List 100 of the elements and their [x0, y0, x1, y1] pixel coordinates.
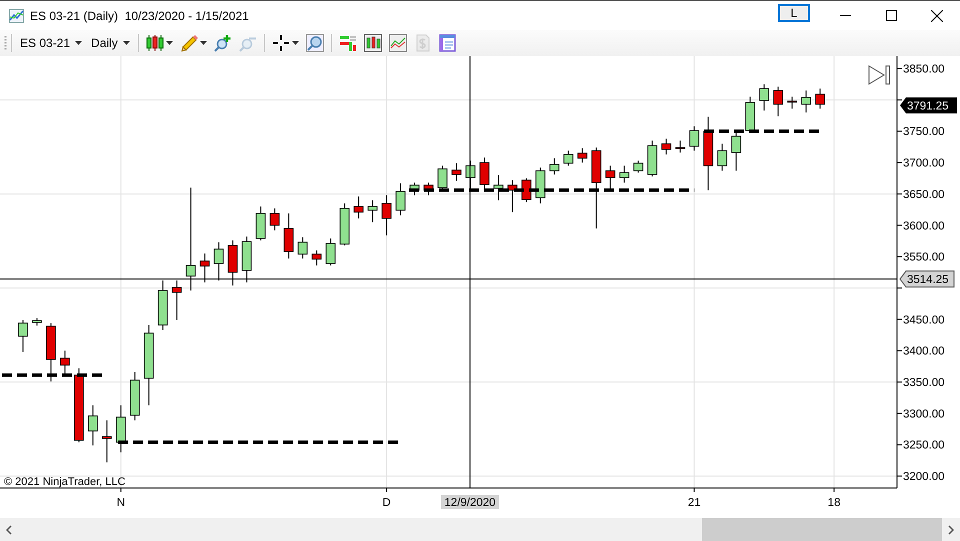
crosshair-price-tag: 3514.25: [899, 270, 954, 288]
date-axis-label: 18: [828, 497, 840, 509]
candlestick: [270, 208, 280, 231]
crosshair-date-tag: 12/9/2020: [441, 495, 499, 509]
candlestick: [801, 90, 811, 113]
candlestick: [102, 420, 112, 463]
candlestick: [32, 318, 42, 326]
grip-icon: [4, 35, 7, 51]
minimize-icon: [840, 15, 850, 16]
toolbar-dropdown[interactable]: Daily: [88, 36, 133, 50]
candlestick: [563, 150, 574, 166]
candlestick: [494, 174, 504, 201]
caret-icon: [75, 41, 82, 45]
chevron-right-icon: [948, 524, 954, 534]
close-icon: [931, 10, 943, 22]
candlestick: [116, 404, 126, 453]
candlestick: [410, 182, 420, 196]
copyright-text: © 2021 NinjaTrader, LLC: [4, 476, 126, 488]
candlestick: [759, 84, 770, 112]
crosshair-icon: [272, 34, 290, 52]
price-axis-label: 3400.00: [903, 346, 945, 358]
candlestick: [172, 280, 182, 320]
candlestick-chart-icon: [364, 34, 382, 52]
candlestick: [773, 86, 784, 117]
candlestick: [200, 253, 210, 283]
candlestick: [88, 404, 98, 446]
candlestick: [242, 236, 252, 283]
candlestick: [18, 319, 28, 352]
candlestick: [158, 280, 168, 330]
toolbar-button[interactable]: [144, 33, 175, 53]
zoom-in-icon: [214, 34, 232, 52]
candlestick: [382, 194, 392, 236]
candlestick: [298, 236, 308, 260]
candlestick: [689, 126, 700, 152]
candlestick: [256, 206, 266, 241]
price-axis-label: 3650.00: [903, 188, 945, 201]
scroll-to-end-icon[interactable]: [868, 65, 890, 85]
last-price-tag: 3791.25: [900, 97, 957, 114]
candlestick: [633, 160, 644, 174]
toolbar-dropdown[interactable]: ES 03-21: [17, 36, 86, 50]
candlestick: [661, 138, 672, 155]
candlestick: [228, 240, 238, 286]
caret-icon: [166, 41, 173, 45]
caret-icon: [122, 41, 130, 45]
candlestick: [480, 157, 490, 191]
candlestick: [452, 162, 462, 182]
magnifier-icon: [306, 34, 324, 52]
window-title: ES 03-21 (Daily) 10/23/2020 - 1/15/2021: [30, 8, 250, 22]
toolbar-button[interactable]: [362, 33, 384, 53]
candlestick-icon: [146, 34, 164, 52]
date-axis-label: N: [116, 497, 126, 509]
line-chart-icon: [9, 8, 24, 22]
candlestick: [675, 140, 686, 154]
candlestick: [577, 148, 588, 164]
properties-panel-icon: [438, 34, 457, 52]
price-axis-label: 3550.00: [903, 252, 945, 264]
candlestick: [549, 158, 560, 175]
candlestick: [745, 96, 756, 133]
price-axis-label: 3200.00: [903, 471, 945, 484]
candlestick: [46, 322, 56, 382]
candlestick: [326, 238, 336, 266]
candlestick: [60, 350, 70, 376]
candlestick: [647, 140, 658, 177]
candlestick: [312, 250, 322, 266]
price-axis-label: 3600.00: [903, 220, 945, 232]
price-axis-label: 3250.00: [903, 440, 945, 452]
price-axis-label: 3700.00: [903, 158, 945, 170]
scrollbar-thumb[interactable]: [702, 518, 942, 541]
price-axis-label: 3450.00: [903, 314, 945, 326]
candlestick: [438, 165, 448, 191]
caret-icon: [292, 41, 299, 45]
pencil-icon: [180, 34, 198, 52]
candlestick: [536, 167, 546, 204]
line-chart-icon: [388, 34, 407, 52]
chevron-left-icon: [6, 524, 12, 534]
caret-icon: [200, 41, 207, 45]
price-axis-label: 3350.00: [903, 377, 945, 390]
candlestick: [619, 165, 630, 184]
candlestick: [522, 178, 532, 203]
candlestick: [731, 130, 742, 172]
candlestick: [214, 242, 224, 281]
price-axis-label: 3300.00: [903, 408, 945, 420]
candlestick: [396, 182, 406, 216]
bar-chart-icon: [338, 34, 357, 52]
candlestick: [466, 160, 476, 191]
candlestick: [605, 165, 616, 191]
candlestick: [354, 196, 364, 219]
candlestick: [340, 202, 350, 246]
link-button[interactable]: L: [778, 4, 810, 22]
price-axis-label: 3850.00: [903, 64, 945, 76]
candlestick: [508, 180, 518, 213]
candlestick: [368, 200, 378, 223]
maximize-icon: [886, 10, 896, 21]
date-axis-label: 21: [688, 497, 701, 509]
date-axis-label: D: [382, 497, 391, 509]
candlestick: [717, 143, 728, 172]
candlestick: [787, 96, 798, 110]
dollar-icon: [414, 34, 432, 52]
candlestick: [130, 372, 140, 421]
candlestick: [424, 182, 434, 196]
